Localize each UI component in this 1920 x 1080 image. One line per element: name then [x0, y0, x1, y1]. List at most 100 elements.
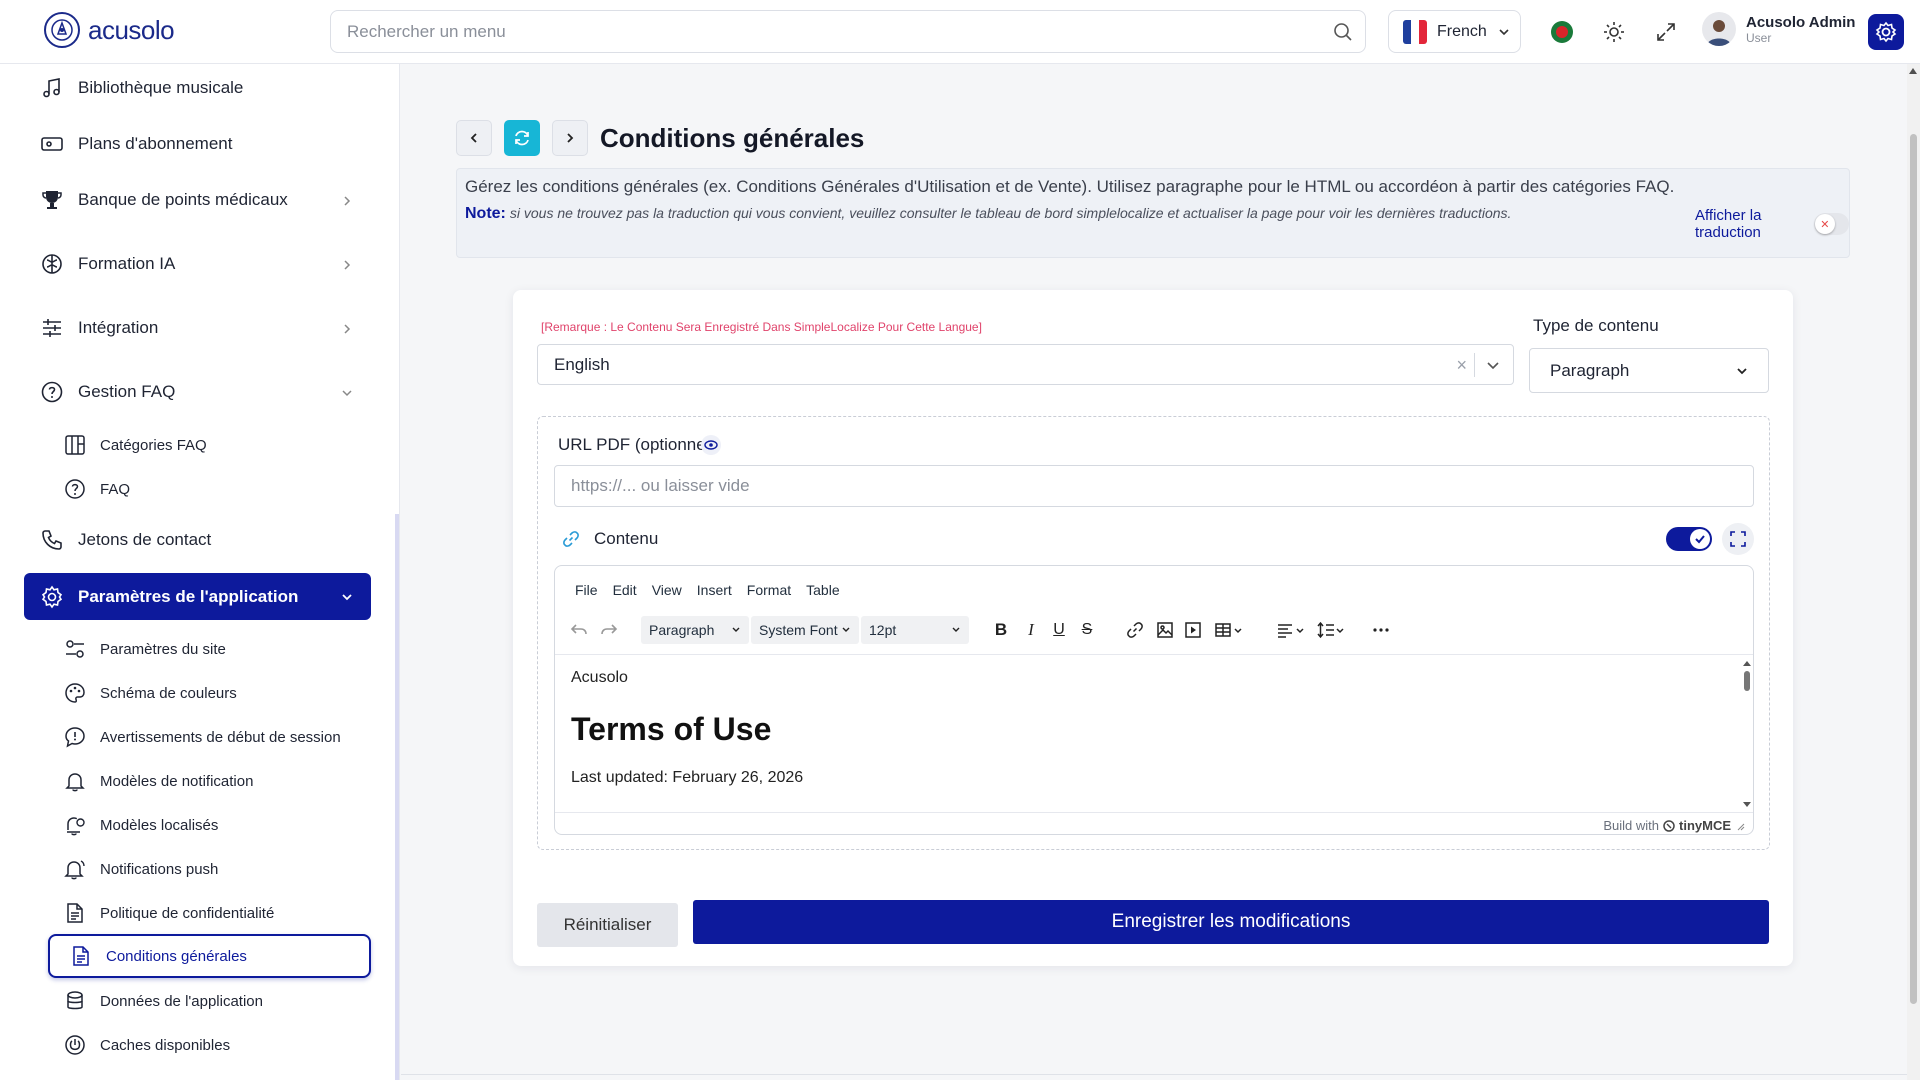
sidebar-item-faq-management[interactable]: Gestion FAQ	[40, 380, 175, 404]
chevron-down-icon	[1737, 367, 1747, 374]
sidebar-scrollbar[interactable]	[395, 514, 399, 1080]
document-icon	[73, 946, 89, 966]
pdf-url-input[interactable]	[554, 465, 1754, 507]
image-button[interactable]	[1151, 616, 1179, 644]
block-format-value: Paragraph	[649, 622, 715, 638]
block-format-select[interactable]: Paragraph	[641, 616, 749, 644]
underline-icon[interactable]: U	[1045, 616, 1073, 644]
menu-format[interactable]: Format	[747, 582, 791, 598]
bold-icon[interactable]: B	[987, 616, 1015, 644]
reset-button[interactable]: Réinitialiser	[537, 903, 678, 947]
sidebar-item-color-scheme[interactable]: Schéma de couleurs	[64, 682, 237, 704]
sidebar-item-faq-categories[interactable]: Catégories FAQ	[64, 434, 207, 456]
content-label-row: Contenu	[562, 529, 658, 549]
media-button[interactable]	[1179, 616, 1207, 644]
more-button[interactable]	[1367, 616, 1395, 644]
refresh-button[interactable]	[504, 120, 540, 156]
settings-button[interactable]	[1868, 14, 1904, 50]
menu-view[interactable]: View	[652, 582, 682, 598]
menu-edit[interactable]: Edit	[613, 582, 637, 598]
sidebar-item-terms-conditions[interactable]: Conditions générales	[48, 934, 371, 978]
menu-file[interactable]: File	[575, 582, 598, 598]
app-logo[interactable]: acusolo	[44, 12, 175, 48]
search-input[interactable]	[331, 11, 1291, 52]
sidebar-item-push-notifications[interactable]: Notifications push	[64, 858, 218, 880]
editor-content-area[interactable]: Acusolo Terms of Use Last updated: Febru…	[555, 654, 1753, 812]
scroll-up-icon[interactable]	[1909, 68, 1917, 74]
sidebar-item-session-warnings[interactable]: Avertissements de début de session	[64, 726, 341, 748]
sidebar-item-label: FAQ	[100, 480, 131, 498]
sidebar-item-label: Schéma de couleurs	[100, 684, 237, 702]
user-menu[interactable]: Acusolo Admin User	[1702, 12, 1855, 46]
sidebar-item-available-caches[interactable]: Caches disponibles	[64, 1034, 230, 1056]
clear-icon[interactable]: ×	[1456, 355, 1467, 376]
font-size-value: 12pt	[869, 622, 897, 638]
page-scrollbar-thumb[interactable]	[1910, 134, 1917, 1004]
translation-toggle-label: Afficher la traduction	[1695, 207, 1762, 241]
user-name: Acusolo Admin	[1746, 13, 1856, 31]
rich-text-editor: File Edit View Insert Format Table Parag…	[554, 565, 1754, 835]
expand-editor-button[interactable]	[1722, 523, 1754, 555]
link-button[interactable]	[1121, 616, 1149, 644]
chevron-down-icon	[952, 627, 960, 632]
translation-toggle-group[interactable]: Afficher la traduction ✕	[1695, 207, 1849, 241]
content-toggle[interactable]	[1666, 527, 1712, 551]
sidebar-item-medical-points[interactable]: Banque de points médicaux	[40, 188, 288, 212]
language-selector[interactable]: French	[1388, 10, 1521, 53]
content-section: URL PDF (optionnel) Contenu File Edit Vi…	[537, 416, 1770, 850]
sidebar-item-app-settings[interactable]: Paramètres de l'application	[24, 573, 371, 620]
menu-table[interactable]: Table	[806, 582, 839, 598]
editor-scrollbar[interactable]	[1741, 659, 1753, 809]
menu-insert[interactable]: Insert	[697, 582, 732, 598]
sidebar-item-app-data[interactable]: Données de l'application	[64, 990, 263, 1012]
sidebar-item-localized-templates[interactable]: Modèles localisés	[64, 814, 218, 836]
align-button[interactable]	[1271, 616, 1311, 644]
fullscreen-icon[interactable]	[1654, 20, 1678, 44]
font-family-select[interactable]: System Font	[751, 616, 859, 644]
sidebar-item-music-library[interactable]: Bibliothèque musicale	[40, 76, 243, 100]
back-button[interactable]	[456, 120, 492, 156]
sidebar-item-integration[interactable]: Intégration	[40, 316, 158, 340]
font-size-select[interactable]: 12pt	[861, 616, 969, 644]
document-icon	[67, 903, 83, 923]
undo-button[interactable]	[565, 616, 593, 644]
forward-button[interactable]	[552, 120, 588, 156]
sidebar-item-notification-templates[interactable]: Modèles de notification	[64, 770, 253, 792]
tinymce-branding[interactable]: Build with tinyMCE	[1603, 818, 1745, 833]
select-divider	[1474, 353, 1475, 377]
translation-toggle[interactable]: ✕	[1813, 213, 1849, 235]
phone-icon	[42, 530, 62, 550]
search-icon[interactable]	[1333, 22, 1353, 42]
ticket-icon	[41, 137, 63, 151]
italic-icon[interactable]: I	[1017, 616, 1045, 644]
sidebar-item-ai-training[interactable]: Formation IA	[40, 252, 175, 276]
theme-toggle-icon[interactable]	[1602, 20, 1626, 44]
redo-icon	[601, 624, 618, 635]
language-label: French	[1437, 22, 1487, 40]
language-select[interactable]: English ×	[537, 344, 1514, 385]
strikethrough-icon[interactable]: S	[1073, 616, 1101, 644]
resize-handle-icon[interactable]	[1735, 821, 1745, 831]
sidebar-item-subscription-plans[interactable]: Plans d'abonnement	[40, 132, 232, 156]
sidebar-item-site-settings[interactable]: Paramètres du site	[64, 638, 226, 660]
sidebar-item-label: Données de l'application	[100, 992, 263, 1010]
line-height-button[interactable]	[1311, 616, 1351, 644]
table-button[interactable]	[1209, 616, 1249, 644]
info-note: Note: si vous ne trouvez pas la traductio…	[465, 203, 1515, 224]
content-type-select[interactable]: Paragraph	[1529, 348, 1769, 393]
page-scrollbar[interactable]	[1907, 64, 1920, 1080]
save-button[interactable]: Enregistrer les modifications	[693, 900, 1769, 944]
sidebar-item-contact-tokens[interactable]: Jetons de contact	[40, 528, 211, 552]
sidebar-item-faq[interactable]: FAQ	[64, 478, 130, 500]
chevron-down-icon	[342, 390, 352, 397]
search-box[interactable]	[330, 10, 1366, 53]
status-dot-icon[interactable]	[1550, 20, 1574, 44]
top-bar: acusolo French Acusolo Admin User	[0, 0, 1920, 64]
sidebar-item-label: Gestion FAQ	[78, 382, 176, 401]
help-circle-icon	[65, 479, 85, 499]
doc-date: Last updated: February 26, 2026	[571, 769, 804, 786]
sidebar-item-privacy-policy[interactable]: Politique de confidentialité	[64, 902, 274, 924]
chevron-down-icon[interactable]	[1485, 357, 1501, 373]
redo-button[interactable]	[595, 616, 623, 644]
page-title: Conditions générales	[600, 123, 865, 153]
